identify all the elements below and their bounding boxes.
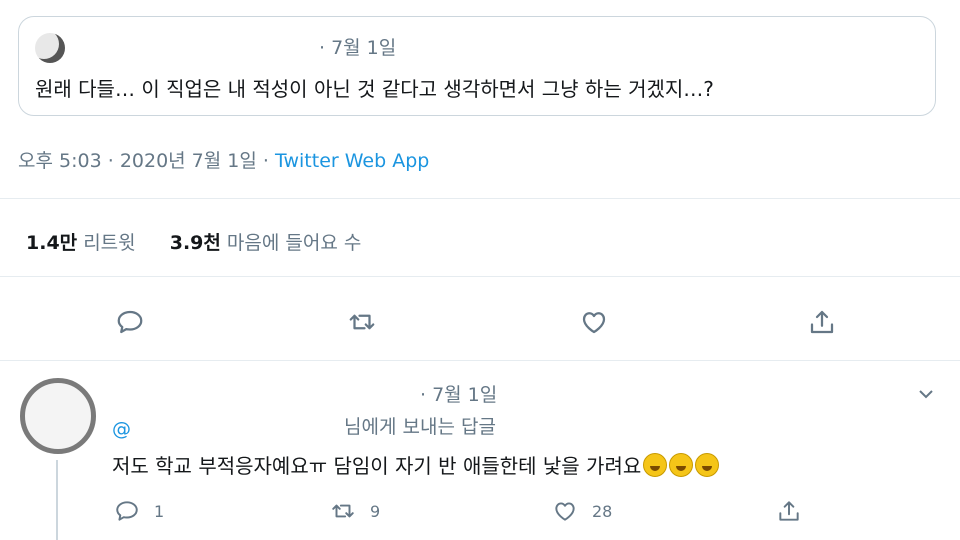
reply-handle[interactable]: @ [112,418,131,440]
rofl-emoji [695,453,720,477]
replying-to: 님에게 보내는 답글 [344,416,496,438]
retweet-icon [332,504,354,518]
meta-separator: · [107,150,120,172]
reply-button[interactable] [112,304,148,340]
reply-like-button[interactable]: 28 [552,496,612,526]
divider [0,360,960,361]
divider [0,198,960,199]
chevron-down-icon [919,390,933,399]
like-count: 28 [592,501,613,521]
reply-count: 1 [154,501,165,521]
meta-separator: · [262,150,276,172]
retweets-label: 리트윗 [83,232,136,254]
share-icon [779,501,799,521]
tweet-date[interactable]: 2020년 7월 1일 [120,150,257,172]
reply-text-body: 저도 학교 부적응자예요ㅠ 담임이 자기 반 애들한테 낯을 가려요 [112,454,642,478]
tweet-stats: 1.4만 리트윗 3.9천 마음에 들어요 수 [26,228,361,255]
reply-date[interactable]: · 7월 1일 [420,380,497,407]
tweet-source[interactable]: Twitter Web App [275,150,429,172]
likes-stat[interactable]: 3.9천 마음에 들어요 수 [170,232,362,254]
quoted-tweet-text: 원래 다들… 이 직업은 내 적성이 아닌 것 같다고 생각하면서 그냥 하는 … [35,77,714,101]
thread-line [56,460,58,540]
share-icon [810,310,834,334]
like-icon [582,312,606,334]
more-options-button[interactable] [914,382,938,406]
reply-retweet-button[interactable]: 9 [330,496,380,526]
reply-text: 저도 학교 부적응자예요ㅠ 담임이 자기 반 애들한테 낯을 가려요 [112,450,720,479]
quoted-tweet-date: · 7월 1일 [319,37,397,59]
rofl-emoji [669,453,694,477]
like-button[interactable] [576,304,612,340]
reply-icon [116,501,138,521]
retweet-count: 9 [370,501,381,521]
reply-reply-button[interactable]: 1 [114,496,164,526]
retweet-icon [349,314,375,330]
reply-icon [117,310,143,334]
retweets-stat[interactable]: 1.4만 리트윗 [26,232,136,254]
likes-count: 3.9천 [169,232,221,254]
reply-avatar[interactable] [20,378,96,454]
tweet-meta: 오후 5:03 · 2020년 7월 1일 · Twitter Web App [18,146,429,173]
retweets-count: 1.4만 [26,232,78,254]
quoted-avatar[interactable] [35,33,65,63]
like-icon [555,502,575,521]
quoted-tweet-card[interactable]: · 7월 1일 원래 다들… 이 직업은 내 적성이 아닌 것 같다고 생각하면… [18,16,936,116]
retweet-button[interactable] [344,304,380,340]
reply-share-button[interactable] [776,496,816,526]
tweet-time[interactable]: 오후 5:03 [18,150,102,172]
divider [0,276,960,277]
likes-label: 마음에 들어요 수 [226,232,362,254]
share-button[interactable] [804,304,840,340]
rofl-emoji [643,453,668,477]
